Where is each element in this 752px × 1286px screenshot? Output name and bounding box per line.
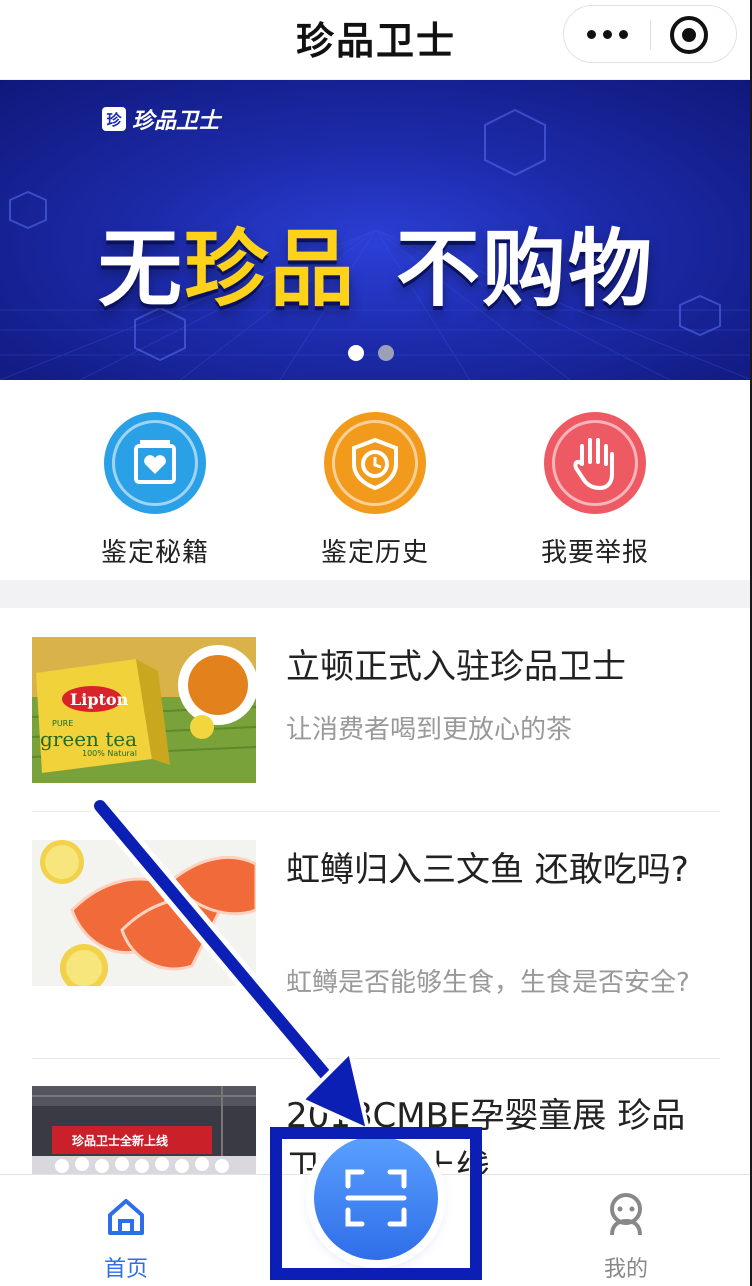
app-page: 珍品卫士 珍 珍品卫士 无珍品 不购物 鉴定秘籍 鉴定历史 我要举报 Lipto…: [0, 0, 752, 1286]
banner-slogan: 无珍品 不购物: [0, 202, 752, 323]
home-icon: [108, 1199, 144, 1235]
lipton-green-tea: green tea: [40, 727, 138, 751]
quick-action-report[interactable]: 我要举报: [505, 412, 685, 569]
article-subtitle: 让消费者喝到更放心的茶: [286, 715, 573, 745]
banner-carousel[interactable]: 珍 珍品卫士 无珍品 不购物: [0, 80, 752, 380]
miniprogram-capsule: [563, 5, 737, 63]
brand-logo-icon: 珍: [102, 107, 126, 131]
lipton-brand: Lipton: [70, 690, 129, 709]
banner-logo: 珍 珍品卫士: [102, 104, 220, 134]
scan-icon: [345, 1169, 407, 1227]
article-thumbnail: [32, 840, 256, 986]
article-item-trout[interactable]: 虹鳟归入三文鱼 还敢吃吗? 虹鳟是否能够生食，生食是否安全?: [32, 840, 720, 1060]
tab-home[interactable]: 首页: [56, 1175, 196, 1286]
target-close-icon[interactable]: [670, 16, 708, 54]
quick-action-history[interactable]: 鉴定历史: [285, 412, 465, 569]
banner-logo-text: 珍品卫士: [132, 109, 221, 134]
carousel-dot-1[interactable]: [348, 345, 364, 361]
article-subtitle: 虹鳟是否能够生食，生食是否安全?: [286, 968, 690, 998]
capsule-divider: [650, 20, 651, 50]
carousel-dot-2[interactable]: [378, 345, 394, 361]
slogan-highlight: 珍品: [183, 220, 356, 318]
article-thumbnail: Lipton PURE green tea 100% Natural: [32, 637, 256, 783]
quick-action-label: 我要举报: [540, 538, 649, 568]
user-icon: [610, 1193, 642, 1236]
article-separator: [32, 1058, 720, 1059]
clock-shield-icon: [324, 412, 426, 514]
article-separator: [32, 811, 720, 812]
quick-action-label: 鉴定秘籍: [100, 538, 209, 568]
slogan-part-2: 不购物: [396, 220, 655, 318]
section-divider: [0, 580, 752, 608]
scan-button[interactable]: [314, 1136, 438, 1260]
nav-header: 珍品卫士: [0, 0, 752, 80]
tab-mine-label: 我的: [603, 1257, 648, 1282]
quick-action-label: 鉴定历史: [320, 538, 429, 568]
tab-mine[interactable]: 我的: [556, 1175, 696, 1286]
quick-action-guide[interactable]: 鉴定秘籍: [65, 412, 245, 569]
quick-actions: 鉴定秘籍 鉴定历史 我要举报: [0, 380, 752, 580]
cmbe-banner-text: 珍品卫士全新上线: [72, 1134, 169, 1148]
book-heart-icon: [104, 412, 206, 514]
article-item-lipton[interactable]: Lipton PURE green tea 100% Natural 立顿正式入…: [32, 637, 720, 812]
hand-stop-icon: [544, 412, 646, 514]
carousel-indicator: [348, 345, 394, 361]
article-title: 虹鳟归入三文鱼 还敢吃吗?: [286, 850, 689, 890]
article-title: 立顿正式入驻珍品卫士: [286, 647, 626, 687]
slogan-part-1: 无: [97, 220, 184, 318]
lipton-natural: 100% Natural: [82, 749, 137, 758]
more-dots-icon[interactable]: [564, 6, 650, 62]
tab-home-label: 首页: [103, 1257, 148, 1282]
